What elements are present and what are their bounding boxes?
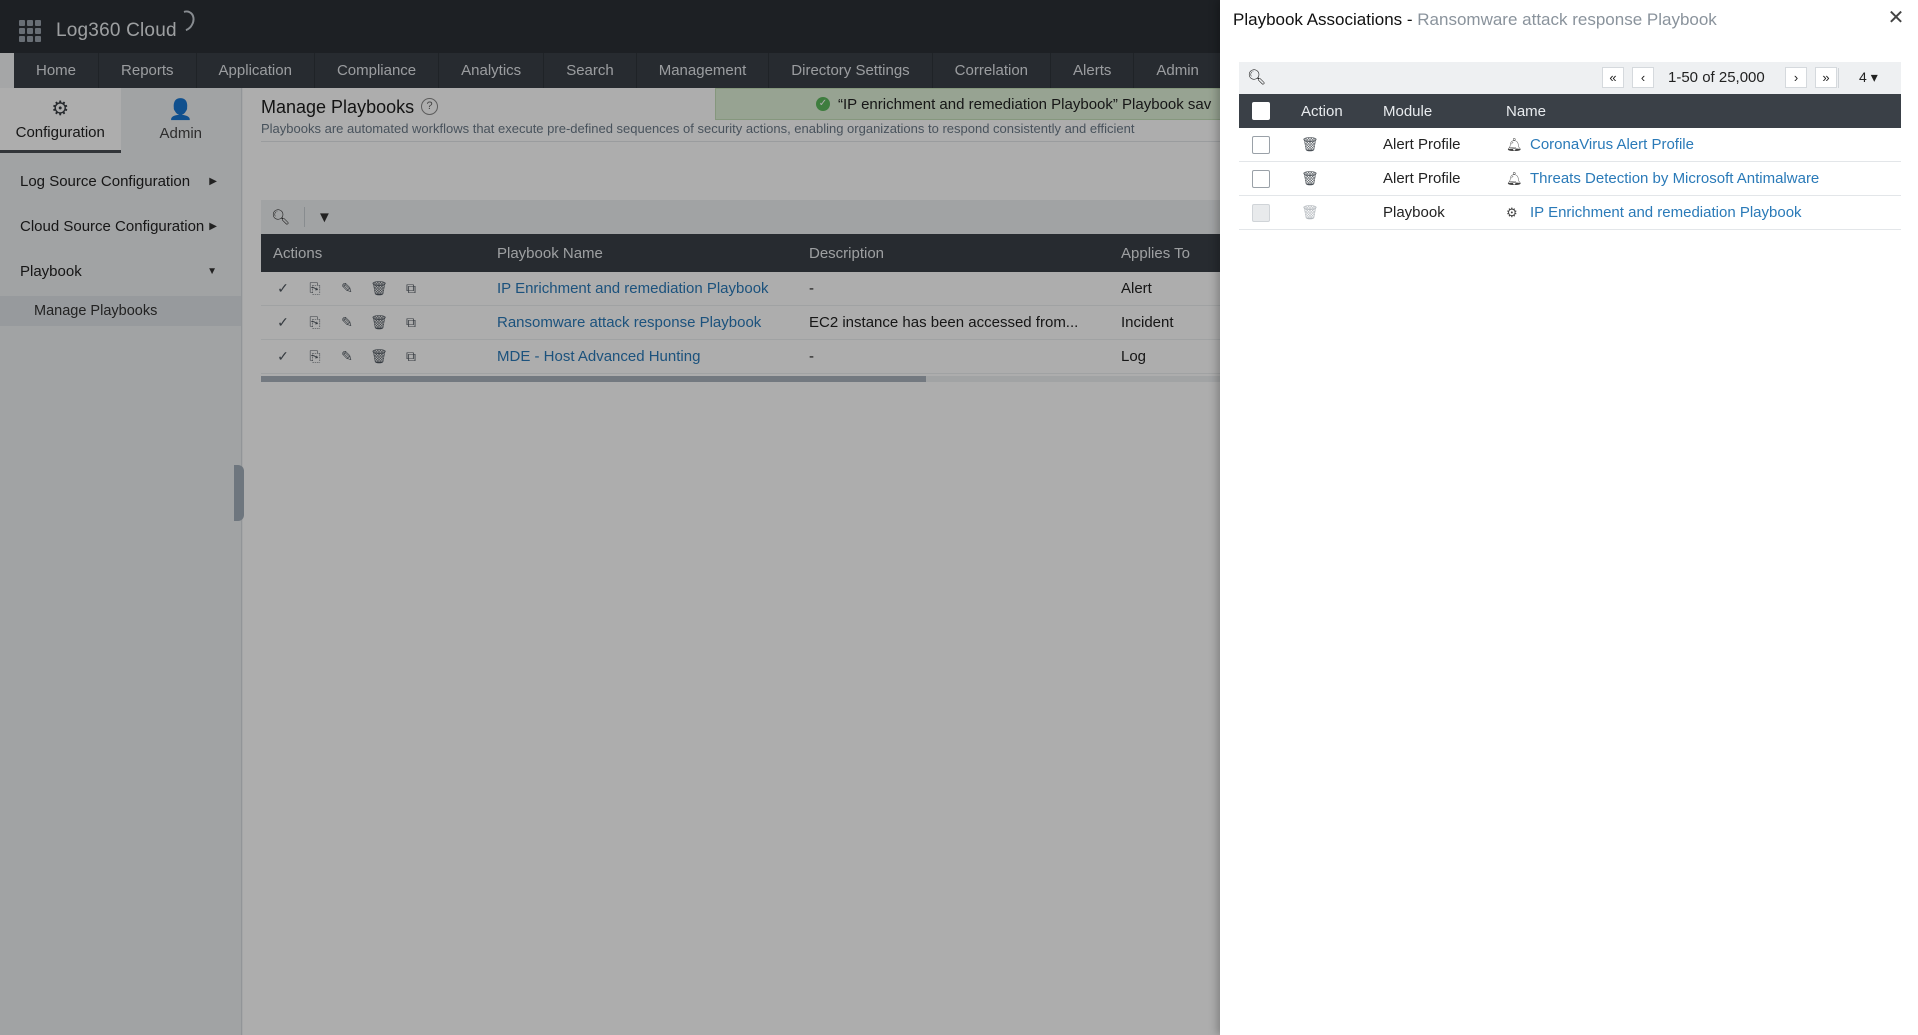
association-name-link[interactable]: CoronaVirus Alert Profile <box>1530 136 1694 153</box>
association-name-link[interactable]: IP Enrichment and remediation Playbook <box>1530 204 1802 221</box>
table-row: 🗑︎ Alert Profile 🔔︎ CoronaVirus Alert Pr… <box>1239 128 1901 162</box>
playbook-icon: ⚙ <box>1506 204 1518 220</box>
search-icon[interactable]: 🔍︎ <box>1247 68 1266 86</box>
next-page-icon[interactable]: › <box>1785 67 1807 88</box>
table-header: Action Module Name <box>1239 94 1901 128</box>
delete-icon: 🗑︎ <box>1301 204 1319 220</box>
name-cell: ⚙ IP Enrichment and remediation Playbook <box>1490 204 1901 221</box>
playbook-associations-panel: Playbook Associations - Ransomware attac… <box>1220 0 1918 1035</box>
chevron-down-icon: ▾ <box>1870 69 1878 85</box>
checkbox-cell <box>1239 135 1285 154</box>
sidebar-collapse-handle[interactable] <box>234 465 244 521</box>
bell-icon: 🔔︎ <box>1506 170 1523 186</box>
module-cell: Playbook <box>1383 204 1445 221</box>
module-cell: Alert Profile <box>1383 136 1461 153</box>
row-checkbox-disabled <box>1252 203 1270 222</box>
checkbox-cell <box>1239 203 1285 222</box>
checkbox-cell <box>1239 169 1285 188</box>
table-row: 🗑︎ Alert Profile 🔔︎ Threats Detection by… <box>1239 162 1901 196</box>
select-all-cell <box>1239 102 1285 120</box>
panel-title-main: Playbook Associations - <box>1233 10 1418 29</box>
name-cell: 🔔︎ Threats Detection by Microsoft Antima… <box>1490 170 1901 187</box>
column-header: Action <box>1301 102 1343 120</box>
delete-icon[interactable]: 🗑︎ <box>1301 170 1319 186</box>
page-size-select[interactable]: 4 ▾ <box>1859 69 1878 86</box>
association-name-link[interactable]: Threats Detection by Microsoft Antimalwa… <box>1530 170 1819 187</box>
name-cell: 🔔︎ CoronaVirus Alert Profile <box>1490 136 1901 153</box>
bell-icon: 🔔︎ <box>1506 136 1523 152</box>
first-page-icon[interactable]: « <box>1602 67 1624 88</box>
action-cell: 🗑︎ <box>1285 204 1365 221</box>
page-size-value: 4 <box>1859 69 1867 85</box>
close-icon[interactable]: ✕ <box>1886 8 1906 28</box>
module-cell: Alert Profile <box>1383 170 1461 187</box>
pagination-range: 1-50 of 25,000 <box>1668 69 1765 86</box>
table-row: 🗑︎ Playbook ⚙ IP Enrichment and remediat… <box>1239 196 1901 230</box>
select-all-checkbox[interactable] <box>1252 102 1270 120</box>
associations-table: Action Module Name 🗑︎ Alert Profile 🔔︎ C… <box>1239 94 1901 230</box>
action-cell: 🗑︎ <box>1285 136 1365 153</box>
action-cell: 🗑︎ <box>1285 170 1365 187</box>
column-header[interactable]: Name <box>1490 103 1901 120</box>
panel-toolbar: 🔍︎ « ‹ 1-50 of 25,000 › » 4 ▾ <box>1239 62 1901 94</box>
delete-icon[interactable]: 🗑︎ <box>1301 136 1319 152</box>
last-page-icon[interactable]: » <box>1815 67 1837 88</box>
divider <box>1838 68 1839 88</box>
row-checkbox[interactable] <box>1252 169 1270 188</box>
prev-page-icon[interactable]: ‹ <box>1632 67 1654 88</box>
app-root: Log360 Cloud Home Reports Application Co… <box>0 0 1918 1035</box>
row-checkbox[interactable] <box>1252 135 1270 154</box>
column-header[interactable]: Module <box>1365 103 1490 120</box>
panel-title-playbook: Ransomware attack response Playbook <box>1417 10 1717 29</box>
panel-title: Playbook Associations - Ransomware attac… <box>1233 10 1717 30</box>
